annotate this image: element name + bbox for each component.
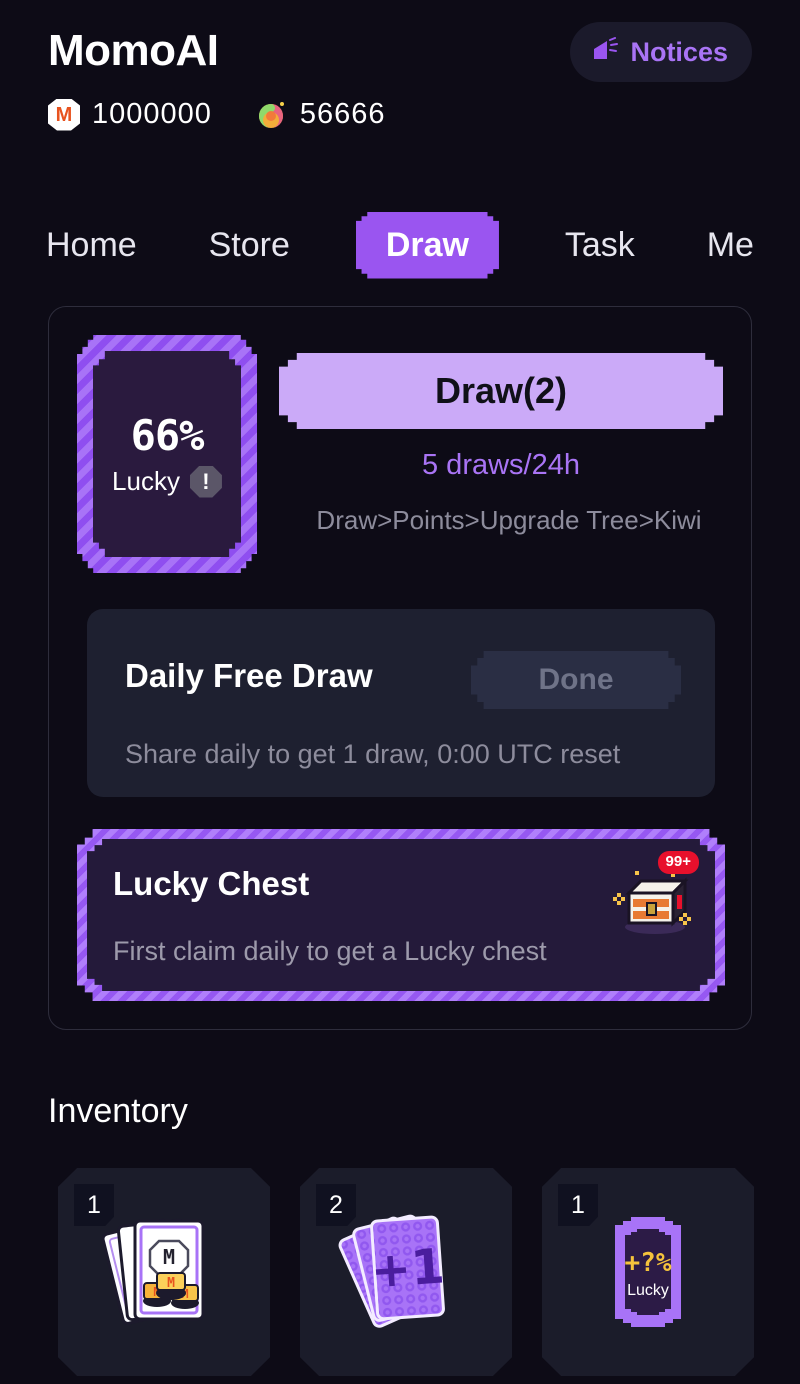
notices-label: Notices [630, 36, 728, 67]
lucky-percent-card-icon: +?% Lucky [573, 1197, 723, 1347]
inventory-item-momo-points[interactable]: 1 M M M [58, 1168, 270, 1376]
lucky-chest-count-badge: 99+ [657, 851, 699, 874]
main-nav-tabs: Home Store Draw Task Me [0, 200, 800, 290]
currency-row: M 1000000 56666 [48, 98, 386, 131]
tab-draw[interactable]: Draw [355, 211, 499, 279]
inventory-item-lucky-percent-card[interactable]: 1 +?% Lucky [542, 1168, 754, 1376]
candy-swirl-icon [256, 99, 288, 131]
candy-balance: 56666 [299, 98, 386, 130]
lucky-chest-subtitle: First claim daily to get a Lucky chest [113, 936, 547, 966]
app-title: MomoAI [48, 26, 219, 75]
daily-free-draw-title: Daily Free Draw [125, 657, 373, 694]
upgrade-path-hint: Draw>Points>Upgrade Tree>Kiwi [316, 505, 702, 535]
currency-candy: 56666 [256, 98, 386, 131]
draw-button[interactable]: Draw(2) [279, 353, 723, 429]
daily-free-draw-card: Daily Free Draw Share daily to get 1 dra… [87, 609, 715, 797]
lucky-rate-card[interactable]: 66% Lucky ! [77, 335, 257, 573]
inventory-item-count: 2 [316, 1184, 356, 1226]
info-exclamation-icon[interactable]: ! [189, 465, 222, 498]
lucky-chest-icon-wrapper: 99+ [611, 851, 699, 941]
inventory-item-plus-one-card[interactable]: 2 +1 [300, 1168, 512, 1376]
currency-momo: M 1000000 [48, 98, 212, 131]
inventory-item-count: 1 [74, 1184, 114, 1226]
tab-store[interactable]: Store [203, 226, 296, 265]
daily-free-draw-done-button[interactable]: Done [471, 651, 681, 709]
inventory-item-count: 1 [558, 1184, 598, 1226]
momo-points-card-icon: M M M M [89, 1197, 239, 1347]
draws-per-day-note: 5 draws/24h [422, 449, 580, 481]
tab-me[interactable]: Me [701, 226, 760, 265]
inventory-title: Inventory [48, 1092, 188, 1130]
draw-panel: 66% Lucky ! Draw(2) 5 draws/24h Draw>Poi… [48, 306, 752, 1030]
notices-button[interactable]: Notices [570, 22, 752, 82]
inventory-grid: 1 M M M [58, 1168, 754, 1376]
plus-one-card-icon: +1 [331, 1197, 481, 1347]
svg-text:M: M [163, 1245, 175, 1269]
lucky-label: Lucky [112, 466, 180, 496]
svg-text:M: M [167, 1276, 175, 1291]
lucky-card-inner: 66% Lucky ! [93, 351, 241, 557]
lucky-percent-value: 66% [130, 410, 205, 460]
svg-text:Lucky: Lucky [627, 1282, 669, 1299]
lucky-chest-card[interactable]: Lucky Chest First claim daily to get a L… [77, 829, 725, 1001]
app-header: MomoAI Notices M 1000000 56666 [0, 0, 800, 160]
lucky-chest-title: Lucky Chest [113, 865, 310, 902]
daily-free-draw-subtitle: Share daily to get 1 draw, 0:00 UTC rese… [125, 739, 621, 769]
momo-coin-symbol: M [55, 103, 73, 126]
tab-home[interactable]: Home [40, 226, 143, 265]
momo-coin-icon: M [48, 98, 80, 131]
svg-text:+?%: +?% [625, 1248, 672, 1278]
lucky-label-row: Lucky ! [112, 465, 222, 498]
tab-task[interactable]: Task [559, 226, 641, 265]
treasure-chest-icon [611, 871, 695, 945]
svg-text:+1: +1 [369, 1238, 446, 1299]
megaphone-icon [590, 37, 620, 67]
momo-balance: 1000000 [92, 98, 212, 130]
